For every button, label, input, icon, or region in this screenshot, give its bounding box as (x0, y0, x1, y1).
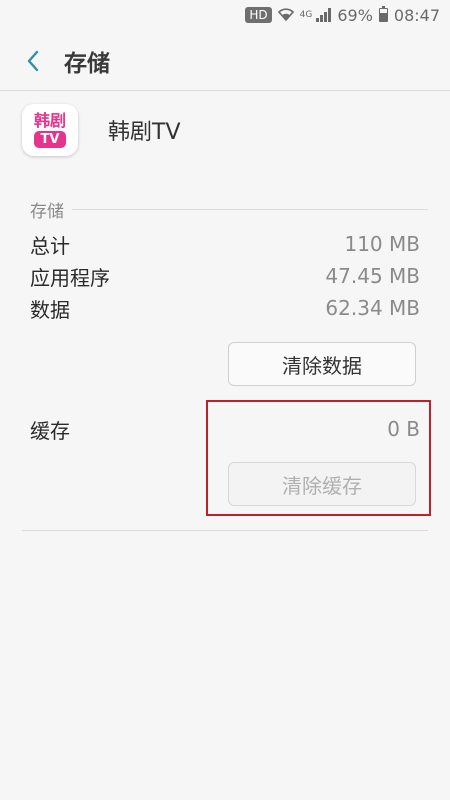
status-bar: HD 4G 69% 08:47 (0, 0, 450, 30)
row-value: 47.45 MB (325, 264, 420, 288)
storage-row-data: 数据 62.34 MB (30, 293, 420, 323)
page-title: 存储 (64, 51, 110, 77)
network-type: 4G (299, 10, 313, 20)
chevron-left-icon (27, 50, 39, 72)
wifi-icon (277, 6, 294, 25)
app-logo-text-top: 韩剧 (33, 111, 66, 130)
header-divider (0, 90, 450, 91)
bottom-divider (22, 530, 428, 531)
storage-section-header: 存储 (30, 197, 428, 222)
row-value: 110 MB (344, 232, 420, 256)
row-label: 应用程序 (30, 265, 110, 290)
row-label: 总计 (30, 233, 70, 258)
app-logo-icon: 韩剧 TV (22, 104, 78, 156)
storage-row-total: 总计 110 MB (30, 229, 420, 259)
row-value: 62.34 MB (325, 296, 420, 320)
battery-percent: 69% (337, 5, 373, 25)
hd-badge: HD (245, 7, 272, 23)
app-info: 韩剧 TV 韩剧TV (22, 104, 181, 156)
highlight-annotation (206, 400, 431, 516)
battery-icon (378, 6, 388, 22)
clock: 08:47 (393, 5, 440, 25)
storage-section-label: 存储 (30, 202, 64, 222)
app-name: 韩剧TV (108, 120, 181, 145)
row-label: 数据 (30, 297, 70, 322)
signal-icon (316, 8, 332, 22)
clear-data-button[interactable]: 清除数据 (228, 342, 416, 386)
storage-row-app: 应用程序 47.45 MB (30, 261, 420, 291)
app-logo-text-bottom: TV (33, 131, 67, 148)
back-button[interactable] (6, 36, 60, 86)
cache-label: 缓存 (30, 418, 70, 443)
section-divider (72, 209, 428, 210)
storage-screen: HD 4G 69% 08:47 存储 韩剧 TV 韩剧TV 存储 总计 110 … (0, 0, 450, 800)
app-bar: 存储 (0, 36, 450, 86)
